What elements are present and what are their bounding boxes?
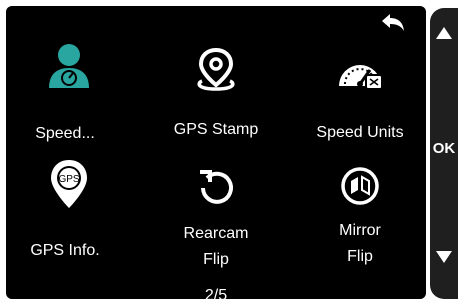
menu-item-mirror-flip-label-line1: Mirror	[339, 222, 381, 239]
ok-label: OK	[432, 140, 456, 157]
menu-item-gps-stamp[interactable]: GPS Stamp	[153, 12, 279, 138]
speedometer-icon	[297, 46, 423, 98]
mirror-flip-icon	[297, 160, 423, 212]
menu-item-mirror-flip[interactable]: Mirror Flip	[297, 146, 423, 265]
up-button[interactable]	[430, 20, 458, 46]
menu-item-gps-stamp-label: GPS Stamp	[173, 121, 259, 138]
menu-screen: Speed... GPS Stamp Speed Units GPS GPS I…	[6, 6, 426, 299]
menu-item-speed-units[interactable]: Speed Units	[297, 12, 423, 141]
ok-button[interactable]: OK	[430, 136, 458, 162]
location-pin-icon	[153, 44, 279, 96]
up-arrow-icon	[436, 27, 452, 39]
device-frame: Speed... GPS Stamp Speed Units GPS GPS I…	[0, 0, 458, 305]
rotate-icon	[153, 160, 279, 212]
menu-item-speed-label: Speed...	[35, 125, 95, 142]
down-button[interactable]	[430, 244, 458, 270]
menu-item-rearcam-flip[interactable]: Rearcam Flip	[153, 146, 279, 268]
menu-item-speed-units-label: Speed Units	[316, 124, 404, 141]
menu-item-gps-info[interactable]: GPS GPS Info.	[6, 146, 132, 262]
menu-item-gps-info-label: GPS Info.	[30, 242, 100, 259]
svg-text:GPS: GPS	[58, 174, 79, 185]
menu-item-speed[interactable]: Speed...	[6, 12, 132, 142]
gps-pin-icon: GPS	[6, 158, 132, 210]
speedometer-person-icon	[6, 40, 132, 92]
menu-item-mirror-flip-label-line2: Flip	[347, 248, 373, 265]
side-control-strip: OK	[430, 8, 458, 299]
page-indicator: 2/5	[204, 287, 228, 299]
menu-item-rearcam-flip-label-line2: Flip	[203, 251, 229, 268]
down-arrow-icon	[436, 251, 452, 263]
menu-item-rearcam-flip-label-line1: Rearcam	[183, 225, 249, 242]
